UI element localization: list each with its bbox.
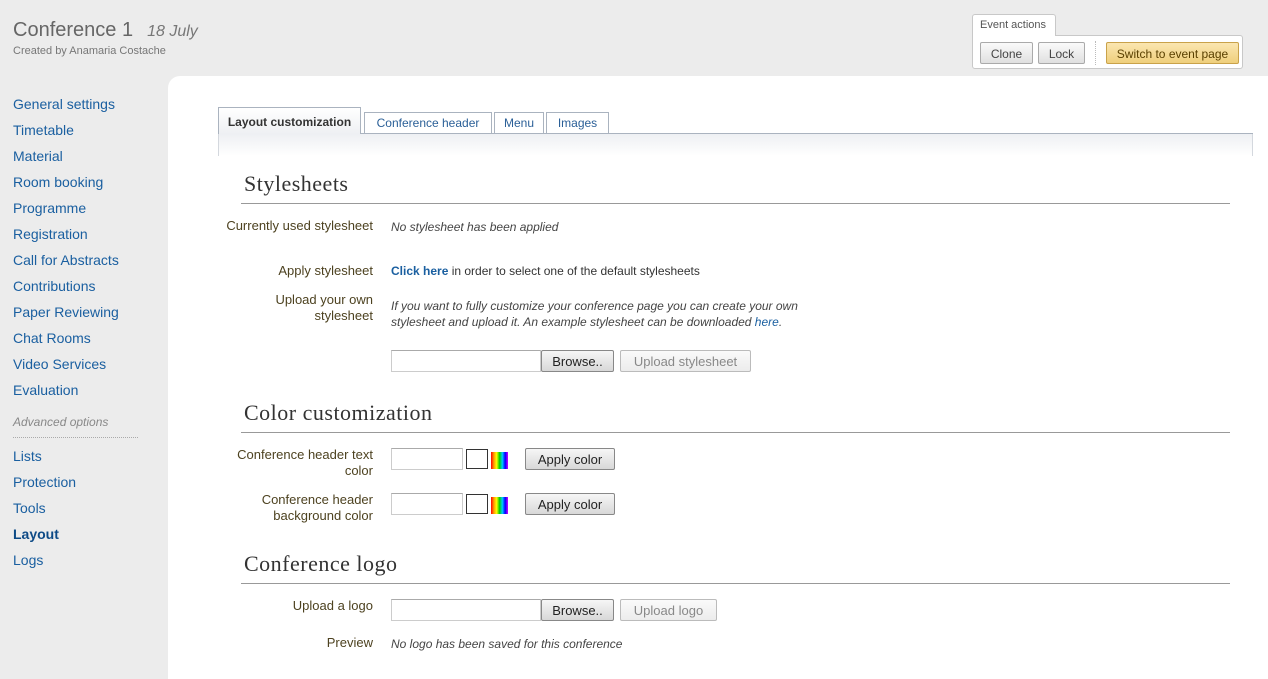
tab-conference-header[interactable]: Conference header bbox=[364, 112, 492, 134]
tab-images[interactable]: Images bbox=[546, 112, 609, 134]
sidebar-item-general-settings[interactable]: General settings bbox=[13, 96, 115, 112]
upload-stylesheet-button[interactable]: Upload stylesheet bbox=[620, 350, 751, 372]
click-here-link[interactable]: Click here bbox=[391, 264, 448, 278]
stylesheet-browse-button[interactable]: Browse.. bbox=[541, 350, 614, 372]
clone-button[interactable]: Clone bbox=[980, 42, 1033, 64]
event-actions-panel: Clone Lock Switch to event page bbox=[972, 35, 1243, 69]
color-customization-divider bbox=[241, 432, 1230, 433]
lock-button[interactable]: Lock bbox=[1038, 42, 1085, 64]
sidebar: General settings Timetable Material Room… bbox=[0, 76, 168, 679]
conference-creator: Created by Anamaria Costache bbox=[13, 45, 166, 57]
sidebar-item-contributions[interactable]: Contributions bbox=[13, 278, 96, 294]
sidebar-item-timetable[interactable]: Timetable bbox=[13, 122, 74, 138]
advanced-options-divider bbox=[13, 437, 138, 438]
upload-stylesheet-description: If you want to fully customize your conf… bbox=[391, 298, 798, 330]
actions-separator bbox=[1095, 41, 1096, 65]
apply-stylesheet-label: Apply stylesheet bbox=[278, 263, 373, 278]
sidebar-item-material[interactable]: Material bbox=[13, 148, 63, 164]
sidebar-item-programme[interactable]: Programme bbox=[13, 200, 86, 216]
header-bg-color-swatch[interactable] bbox=[466, 494, 488, 514]
upload-logo-label: Upload a logo bbox=[292, 598, 373, 613]
preview-label: Preview bbox=[326, 635, 373, 650]
upload-description-line1: If you want to fully customize your conf… bbox=[391, 299, 798, 313]
main-panel: Layout customization Conference header M… bbox=[168, 76, 1268, 679]
sidebar-item-evaluation[interactable]: Evaluation bbox=[13, 382, 78, 398]
logo-preview-value: No logo has been saved for this conferen… bbox=[391, 637, 623, 651]
color-picker-icon[interactable] bbox=[491, 452, 508, 469]
current-stylesheet-label: Currently used stylesheet bbox=[226, 218, 373, 233]
conference-date: 18 July bbox=[147, 23, 198, 40]
sidebar-item-registration[interactable]: Registration bbox=[13, 226, 88, 242]
logo-file-input[interactable] bbox=[391, 599, 541, 621]
event-actions-label: Event actions bbox=[972, 14, 1056, 36]
stylesheet-file-input[interactable] bbox=[391, 350, 541, 372]
advanced-options-label: Advanced options bbox=[13, 415, 109, 429]
header-text-color-input[interactable] bbox=[391, 448, 463, 470]
sidebar-item-room-booking[interactable]: Room booking bbox=[13, 174, 103, 190]
upload-description-line2: stylesheet and upload it. An example sty… bbox=[391, 314, 798, 330]
sidebar-item-layout[interactable]: Layout bbox=[13, 526, 59, 542]
logo-browse-button[interactable]: Browse.. bbox=[541, 599, 614, 621]
switch-to-event-page-button[interactable]: Switch to event page bbox=[1106, 42, 1239, 64]
example-stylesheet-link[interactable]: here bbox=[755, 315, 779, 329]
sidebar-item-chat-rooms[interactable]: Chat Rooms bbox=[13, 330, 91, 346]
color-picker-icon[interactable] bbox=[491, 497, 508, 514]
apply-text-color-button[interactable]: Apply color bbox=[525, 448, 615, 470]
header-bg-color-label: Conference header background color bbox=[261, 492, 373, 523]
apply-bg-color-button[interactable]: Apply color bbox=[525, 493, 615, 515]
current-stylesheet-value: No stylesheet has been applied bbox=[391, 220, 559, 234]
header-text-color-swatch[interactable] bbox=[466, 449, 488, 469]
tab-menu[interactable]: Menu bbox=[494, 112, 544, 134]
apply-stylesheet-value: Click here in order to select one of the… bbox=[391, 263, 700, 279]
sidebar-item-call-for-abstracts[interactable]: Call for Abstracts bbox=[13, 252, 119, 268]
header-bg-color-input[interactable] bbox=[391, 493, 463, 515]
conference-logo-section-title: Conference logo bbox=[244, 551, 398, 576]
sidebar-item-lists[interactable]: Lists bbox=[13, 448, 42, 464]
sidebar-item-video-services[interactable]: Video Services bbox=[13, 356, 106, 372]
stylesheets-section-title: Stylesheets bbox=[244, 171, 349, 196]
apply-stylesheet-text: in order to select one of the default st… bbox=[448, 264, 700, 278]
conference-logo-divider bbox=[241, 583, 1230, 584]
tab-layout-customization[interactable]: Layout customization bbox=[218, 107, 361, 134]
sidebar-item-logs[interactable]: Logs bbox=[13, 552, 43, 568]
upload-logo-button[interactable]: Upload logo bbox=[620, 599, 717, 621]
stylesheets-divider bbox=[241, 203, 1230, 204]
upload-description-text: stylesheet and upload it. An example sty… bbox=[391, 315, 755, 329]
header-text-color-label: Conference header text color bbox=[237, 447, 373, 478]
color-customization-section-title: Color customization bbox=[244, 400, 433, 425]
sidebar-item-tools[interactable]: Tools bbox=[13, 500, 46, 516]
upload-stylesheet-label: Upload your own stylesheet bbox=[275, 292, 373, 323]
page-header: Conference 1 18 July Created by Anamaria … bbox=[0, 0, 1268, 76]
upload-description-end: . bbox=[778, 315, 783, 329]
conference-name: Conference 1 bbox=[13, 19, 134, 41]
sidebar-item-protection[interactable]: Protection bbox=[13, 474, 76, 490]
sidebar-item-paper-reviewing[interactable]: Paper Reviewing bbox=[13, 304, 119, 320]
tab-panel-top bbox=[218, 134, 1253, 156]
conference-title: Conference 1 18 July bbox=[13, 19, 198, 42]
